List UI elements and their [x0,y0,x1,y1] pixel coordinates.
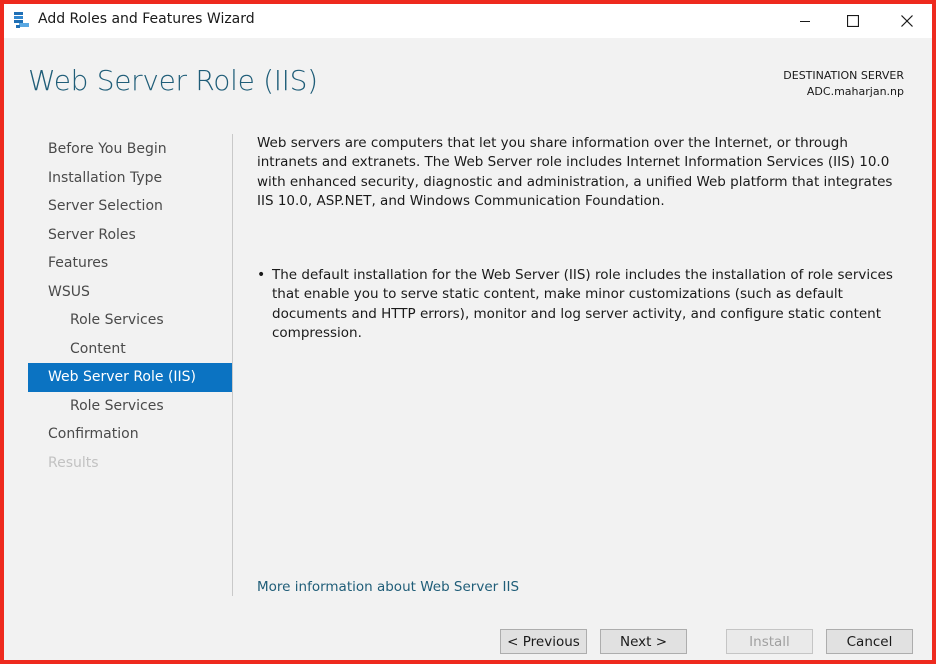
nav-step-role-services[interactable]: Role Services [28,392,233,421]
nav-step-server-roles[interactable]: Server Roles [28,221,233,250]
wizard-steps-nav: Before You Begin Installation Type Server … [28,135,233,477]
previous-button[interactable]: < Previous [500,629,587,654]
install-button: Install [726,629,813,654]
close-icon [901,12,913,31]
nav-step-role-services[interactable]: Role Services [28,306,233,335]
nav-step-content[interactable]: Content [28,335,233,364]
nav-step-confirmation[interactable]: Confirmation [28,420,233,449]
nav-step-web-server-role-iis[interactable]: Web Server Role (IIS) [28,363,233,392]
minimize-icon [799,12,811,31]
next-button[interactable]: Next > [600,629,687,654]
more-info-link[interactable]: More information about Web Server IIS [257,579,519,595]
title-bar[interactable]: Add Roles and Features Wizard [4,4,932,38]
nav-step-before-you-begin[interactable]: Before You Begin [28,135,233,164]
maximize-icon [846,12,860,31]
page-title: Web Server Role (IIS) [28,64,318,97]
role-description: Web servers are computers that let you s… [257,135,893,209]
destination-server-label: DESTINATION SERVER [783,69,904,82]
wizard-footer: < Previous Next > Install Cancel [4,618,932,660]
bullet-icon: • [257,267,266,283]
server-manager-icon [12,10,32,30]
cancel-button[interactable]: Cancel [826,629,913,654]
wizard-content: Web Server Role (IIS) DESTINATION SERVER… [4,38,932,618]
nav-step-results: Results [48,454,99,471]
bullet-text: The default installation for the Web Ser… [272,267,893,341]
minimize-button[interactable] [782,4,828,38]
nav-step-installation-type[interactable]: Installation Type [28,164,233,193]
destination-server-name: ADC.maharjan.np [806,85,904,98]
nav-step-wsus[interactable]: WSUS [28,278,233,307]
nav-step-server-selection[interactable]: Server Selection [28,192,233,221]
nav-step-features[interactable]: Features [28,249,233,278]
close-button[interactable] [884,4,930,38]
wizard-window: Add Roles and Features Wizard Web Server… [0,0,936,664]
window-title: Add Roles and Features Wizard [38,11,255,27]
maximize-button[interactable] [830,4,876,38]
nav-divider [232,134,233,596]
